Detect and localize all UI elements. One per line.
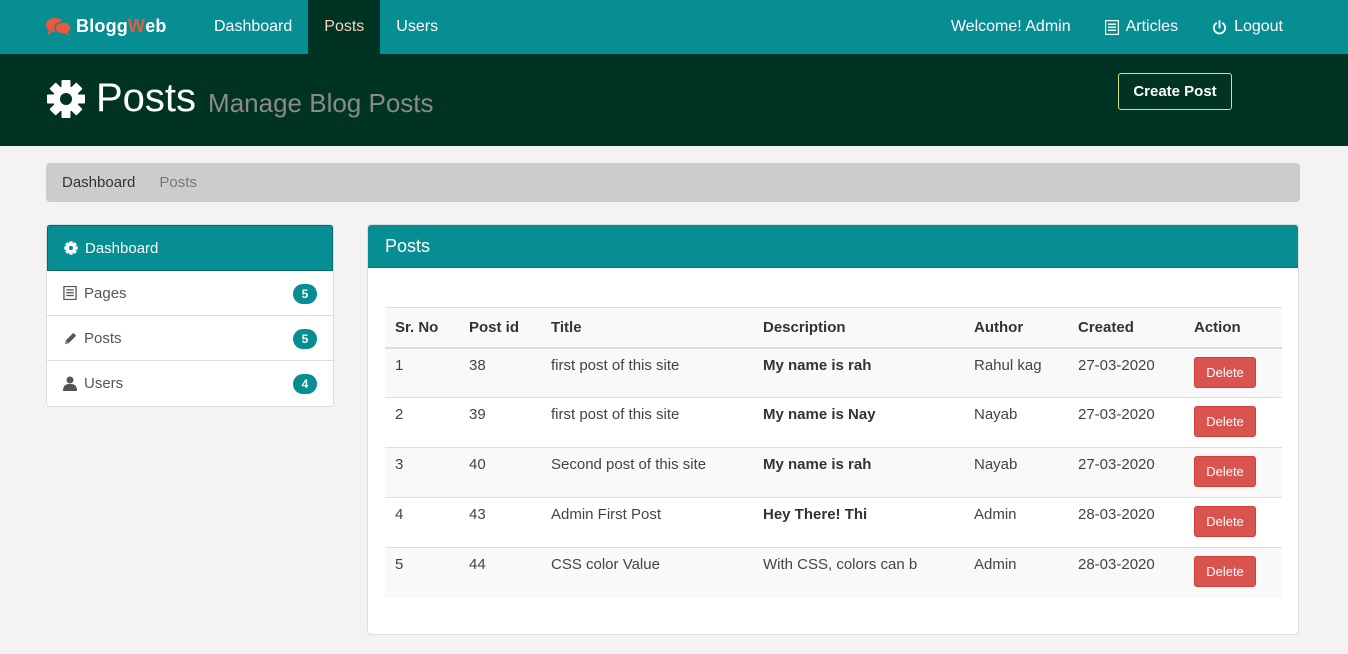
cell-author: Nayab	[964, 447, 1068, 498]
column-header: Sr. No	[385, 307, 459, 349]
panel-title: Posts	[368, 225, 1298, 268]
brand-text-part3: eb	[145, 16, 167, 36]
cell-author: Admin	[964, 547, 1068, 598]
sidebar-item-dashboard[interactable]: Dashboard	[47, 225, 333, 271]
cell-title: CSS color Value	[541, 547, 753, 598]
column-header: Created	[1068, 307, 1184, 349]
cell-action: Delete	[1184, 347, 1282, 398]
list-icon	[1104, 19, 1119, 35]
sidebar-item-posts[interactable]: Posts 5	[47, 316, 333, 361]
pencil-icon	[63, 331, 79, 346]
cell-author: Admin	[964, 497, 1068, 548]
cell-title: Second post of this site	[541, 447, 753, 498]
gear-icon	[47, 79, 85, 118]
delete-button[interactable]: Delete	[1194, 356, 1256, 388]
articles-label: Articles	[1125, 18, 1179, 35]
cell-post-id: 40	[459, 447, 541, 498]
delete-button[interactable]: Delete	[1194, 406, 1256, 437]
sidebar-item-pages[interactable]: Pages 5	[47, 271, 333, 316]
cell-post-id: 43	[459, 497, 541, 548]
sidebar-item-label: Users	[84, 375, 124, 392]
breadcrumb: Dashboard Posts	[46, 163, 1300, 202]
cell-sr: 4	[385, 497, 459, 548]
cell-action: Delete	[1184, 497, 1282, 548]
brand-text-part1: Blogg	[76, 16, 128, 36]
page-header: Posts Manage Blog Posts Create Post	[0, 54, 1348, 146]
brand-text-part2: W	[128, 16, 146, 36]
sidebar-item-users[interactable]: Users 4	[47, 361, 333, 406]
logout-link[interactable]: Logout	[1195, 0, 1300, 54]
table-row: 4 43 Admin First Post Hey There! Thi Adm…	[385, 497, 1282, 548]
table-row: 2 39 first post of this site My name is …	[385, 397, 1282, 448]
count-badge: 4	[293, 374, 317, 394]
logout-label: Logout	[1234, 18, 1283, 35]
list-icon	[63, 286, 79, 300]
table-row: 3 40 Second post of this site My name is…	[385, 447, 1282, 498]
count-badge: 5	[293, 329, 317, 349]
column-header: Post id	[459, 307, 541, 349]
breadcrumb-dashboard[interactable]: Dashboard	[62, 174, 135, 191]
cell-post-id: 39	[459, 397, 541, 448]
cell-action: Delete	[1184, 397, 1282, 448]
column-header: Action	[1184, 307, 1282, 349]
cell-post-id: 44	[459, 547, 541, 598]
cell-description: Hey There! Thi	[753, 497, 964, 548]
cell-sr: 1	[385, 347, 459, 398]
cell-title: first post of this site	[541, 397, 753, 448]
posts-table: Sr. No Post id Title Description Author …	[385, 307, 1282, 598]
table-row: 1 38 first post of this site My name is …	[385, 347, 1282, 398]
nav-articles-link[interactable]: Articles	[1088, 0, 1195, 54]
cell-post-id: 38	[459, 347, 541, 398]
nav-dashboard-link[interactable]: Dashboard	[198, 0, 308, 54]
page-title-text: Posts	[96, 76, 197, 120]
column-header: Title	[541, 307, 753, 349]
table-row: 5 44 CSS color Value With CSS, colors ca…	[385, 547, 1282, 598]
brand-logo[interactable]: Blogg Web	[46, 16, 167, 37]
cell-author: Rahul kag	[964, 347, 1068, 398]
delete-button[interactable]: Delete	[1194, 556, 1256, 587]
cell-sr: 3	[385, 447, 459, 498]
cell-created: 27-03-2020	[1068, 397, 1184, 448]
page-subtitle: Manage Blog Posts	[208, 88, 434, 118]
cell-description: My name is rah	[753, 447, 964, 498]
cell-created: 27-03-2020	[1068, 347, 1184, 398]
sidebar-item-label: Pages	[84, 284, 127, 302]
cell-action: Delete	[1184, 547, 1282, 598]
column-header: Description	[753, 307, 964, 349]
cell-description: My name is rah	[753, 347, 964, 398]
sidebar-item-label: Posts	[84, 329, 122, 347]
delete-button[interactable]: Delete	[1194, 456, 1256, 487]
chat-bubbles-icon	[46, 17, 72, 36]
cell-author: Nayab	[964, 397, 1068, 448]
create-post-button[interactable]: Create Post	[1118, 73, 1232, 110]
column-header: Author	[964, 307, 1068, 349]
cell-created: 28-03-2020	[1068, 547, 1184, 598]
sidebar-item-label: Dashboard	[85, 239, 159, 257]
power-icon	[1213, 19, 1227, 34]
breadcrumb-current: Posts	[159, 174, 197, 191]
sidebar: Dashboard Pages 5 Posts 5 Users 4	[46, 224, 334, 407]
cell-created: 28-03-2020	[1068, 497, 1184, 548]
count-badge: 5	[293, 284, 317, 304]
nav-users-link[interactable]: Users	[380, 0, 454, 54]
delete-button[interactable]: Delete	[1194, 506, 1256, 537]
welcome-admin-link[interactable]: Welcome! Admin	[934, 0, 1088, 54]
table-header-row: Sr. No Post id Title Description Author …	[385, 307, 1282, 349]
page-title: Posts Manage Blog Posts	[46, 76, 434, 121]
cell-sr: 2	[385, 397, 459, 448]
gear-icon	[64, 241, 80, 255]
cell-description: My name is Nay	[753, 397, 964, 448]
cell-action: Delete	[1184, 447, 1282, 498]
nav-posts-link[interactable]: Posts	[308, 0, 381, 54]
cell-sr: 5	[385, 547, 459, 598]
cell-title: first post of this site	[541, 347, 753, 398]
cell-description: With CSS, colors can b	[753, 547, 964, 598]
user-icon	[63, 376, 79, 391]
cell-created: 27-03-2020	[1068, 447, 1184, 498]
cell-title: Admin First Post	[541, 497, 753, 548]
top-navbar: Blogg Web Dashboard Posts Users Welcome! …	[0, 0, 1348, 54]
posts-panel: Posts Sr. No Post id Title Description A…	[367, 224, 1299, 635]
